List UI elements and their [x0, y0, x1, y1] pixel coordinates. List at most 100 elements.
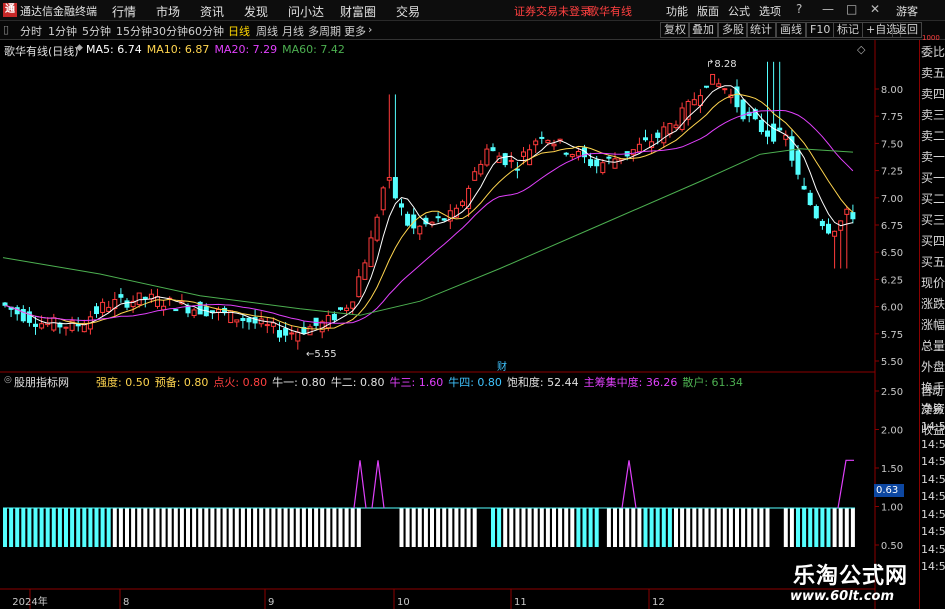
period-more[interactable]: 更多	[344, 23, 366, 39]
panel-tick-item-4[interactable]: 14:56	[921, 453, 945, 471]
menu-layout[interactable]: 版面	[697, 3, 719, 19]
panel-tick-item-3[interactable]: 14:56	[921, 436, 945, 454]
candle-body-46	[283, 328, 289, 336]
chart-expand-icon[interactable]: ◆	[76, 43, 83, 53]
candle-body-56	[344, 307, 350, 312]
mark-button[interactable]: 标记	[833, 22, 863, 38]
maximize-icon[interactable]: □	[846, 2, 857, 16]
candle-body-47	[289, 332, 295, 335]
panel-tick-item-7[interactable]: 14:56	[921, 506, 945, 524]
price-tick-label-10: 5.50	[881, 357, 903, 368]
toolbar-menu-icon[interactable]: ▯	[3, 23, 9, 36]
panel-tick-item-0[interactable]: 自动	[921, 383, 945, 401]
period-1min[interactable]: 1分钟	[48, 23, 77, 39]
panel-item-10[interactable]: 买五	[921, 252, 945, 273]
draw-button[interactable]: 画线	[776, 22, 806, 38]
panel-tick-item-6[interactable]: 14:56	[921, 488, 945, 506]
price-tick-label-1: 7.75	[881, 112, 903, 123]
overlay-button[interactable]: 叠加	[688, 22, 718, 38]
candle-body-63	[386, 177, 392, 181]
panel-tick-item-8[interactable]: 14:56	[921, 523, 945, 541]
menu-market[interactable]: 市场	[156, 3, 180, 20]
menu-news[interactable]: 资讯	[200, 3, 224, 20]
f10-button[interactable]: F10	[806, 22, 835, 38]
price-tick-label-3: 7.25	[881, 167, 903, 178]
panel-item-4[interactable]: 卖二	[921, 126, 945, 147]
finance-marker[interactable]: 财	[497, 358, 507, 373]
close-icon[interactable]: ✕	[870, 2, 880, 16]
candle-body-17	[106, 306, 112, 312]
watermark-title: 乐淘公式网	[793, 564, 909, 589]
ind-bar-100	[613, 508, 617, 547]
guest-user[interactable]: 游客	[896, 3, 918, 19]
panel-tick-item-9[interactable]: 14:56	[921, 541, 945, 559]
candle-body-125	[765, 130, 770, 137]
chart-area[interactable]: 8.00 7.75 7.50 7.25 7.00 6.75 6.50 6.25 6.00 5.75…	[0, 34, 945, 609]
panel-item-5[interactable]: 卖一	[921, 147, 945, 168]
candle-body-90	[551, 143, 557, 147]
candle-body-84	[514, 168, 520, 171]
candle-body-19	[118, 294, 124, 298]
panel-item-6[interactable]: 买一	[921, 168, 945, 189]
ind-bar-117	[716, 508, 721, 547]
multi-stock-button[interactable]: 多股	[718, 22, 748, 38]
menu-formula[interactable]: 公式	[728, 3, 750, 19]
panel-item-12[interactable]: 涨跌	[921, 294, 945, 315]
kline-chart[interactable]: 8.00 7.75 7.50 7.25 7.00 6.75 6.50 6.25 6.00 5.75…	[0, 40, 945, 609]
ind-bar-52	[320, 508, 325, 547]
ind-bar-42	[259, 508, 264, 547]
period-daily[interactable]: 日线	[228, 23, 250, 39]
period-60min[interactable]: 60分钟	[188, 23, 224, 39]
period-15min[interactable]: 15分钟	[116, 23, 152, 39]
menu-ask[interactable]: 问小达	[288, 3, 324, 20]
trade-login-warning[interactable]: 证券交易未登录	[514, 3, 591, 19]
right-info-panel: 1000 委比 卖五 卖四 卖三 卖二 卖一 买一 买二 买三 买四 买五 现价 涨跌 涨幅 总量 外盘 换手净…	[919, 34, 945, 609]
back-button[interactable]: 返回	[892, 22, 922, 38]
ma-legend-item-3: MA60: 7.42	[282, 43, 345, 56]
menu-trade[interactable]: 交易	[396, 3, 420, 20]
panel-item-3[interactable]: 卖三	[921, 105, 945, 126]
panel-item-8[interactable]: 买三	[921, 210, 945, 231]
menu-wealth[interactable]: 财富圈	[340, 3, 376, 20]
stats-button[interactable]: 统计	[746, 22, 776, 38]
period-monthly[interactable]: 月线	[282, 23, 304, 39]
ind-bar-82	[503, 508, 508, 547]
panel-tick-item-5[interactable]: 14:56	[921, 471, 945, 489]
panel-item-0[interactable]: 委比	[921, 42, 945, 63]
help-icon[interactable]: ?	[796, 2, 802, 16]
panel-item-2[interactable]: 卖四	[921, 84, 945, 105]
period-weekly[interactable]: 周线	[256, 23, 278, 39]
panel-item-1[interactable]: 卖五	[921, 63, 945, 84]
panel-item-7[interactable]: 买二	[921, 189, 945, 210]
menu-function[interactable]: 功能	[666, 3, 688, 19]
adjust-button[interactable]: 复权	[660, 22, 690, 38]
chart-settings-icon[interactable]: ◇	[857, 43, 865, 56]
panel-tick-item-1[interactable]: 交易	[921, 401, 945, 419]
ind-bar-58	[356, 508, 361, 547]
ind-bar-101	[619, 508, 624, 547]
period-multi[interactable]: 多周期	[308, 23, 341, 39]
ind-bar-32	[198, 508, 203, 547]
panel-item-11[interactable]: 现价	[921, 273, 945, 294]
panel-item-9[interactable]: 买四	[921, 231, 945, 252]
minimize-icon[interactable]: —	[822, 2, 834, 16]
indicator-expand-icon[interactable]: ◎	[4, 375, 12, 385]
period-5min[interactable]: 5分钟	[82, 23, 111, 39]
panel-tick-item-2[interactable]: 14:56	[921, 418, 945, 436]
candle-body-66	[405, 213, 411, 226]
panel-tick-item-10[interactable]: 14:56	[921, 558, 945, 576]
ind-bar-34	[210, 508, 215, 547]
period-30min[interactable]: 30分钟	[152, 23, 188, 39]
ind-bar-80	[491, 508, 495, 547]
menu-quotes[interactable]: 行情	[112, 3, 136, 20]
menu-discover[interactable]: 发现	[244, 3, 268, 20]
menu-options[interactable]: 选项	[759, 3, 781, 19]
more-chevron-icon[interactable]: ›	[368, 23, 372, 36]
ind-bar-106	[649, 508, 654, 547]
panel-item-15[interactable]: 外盘	[921, 357, 945, 378]
panel-item-13[interactable]: 涨幅	[921, 315, 945, 336]
panel-item-14[interactable]: 总量	[921, 336, 945, 357]
ind-bar-41	[253, 508, 258, 547]
candle-body-86	[527, 149, 533, 166]
period-intraday[interactable]: 分时	[20, 23, 42, 39]
